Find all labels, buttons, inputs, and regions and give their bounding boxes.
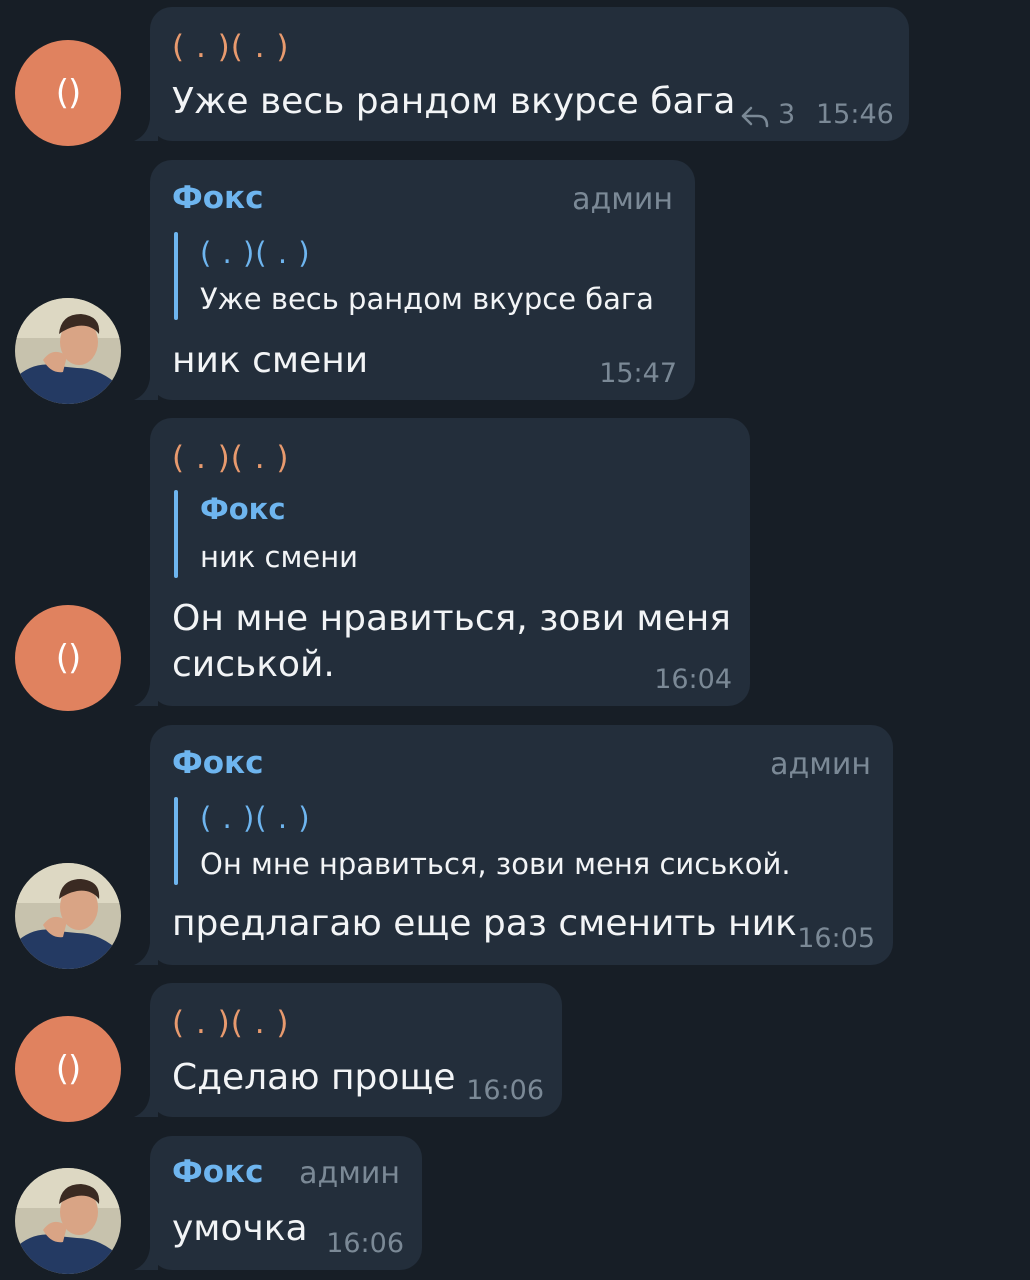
message-time: 16:06 — [326, 1228, 404, 1259]
message-time: 15:46 — [816, 99, 894, 130]
message-bubble[interactable]: Фокс админ умочка 16:06 — [134, 1136, 422, 1270]
message-time: 16:04 — [654, 664, 732, 695]
message-bubble[interactable]: Фокс админ ( . )( . ) Уже весь рандом вк… — [134, 160, 695, 400]
avatar[interactable] — [15, 298, 121, 404]
sender-name[interactable]: ( . )( . ) — [172, 29, 290, 65]
avatar-initials: () — [55, 638, 82, 678]
sender-name[interactable]: ( . )( . ) — [172, 1005, 290, 1041]
role-badge: админ — [299, 1156, 400, 1191]
message-text-line2: сиськой. — [172, 644, 335, 685]
bubble-tail — [134, 378, 158, 400]
sender-name[interactable]: ( . )( . ) — [172, 440, 290, 476]
bubble-tail — [134, 1095, 158, 1117]
reply-arrow-icon[interactable] — [740, 105, 770, 129]
message-text: предлагаю еще раз сменить ник — [172, 903, 797, 944]
role-badge: админ — [572, 182, 673, 217]
quote-bar — [174, 797, 178, 885]
message-bubble[interactable]: ( . )( . ) Фокс ник смени Он мне нравить… — [134, 418, 750, 706]
message-text: ник смени — [172, 340, 369, 381]
role-badge: админ — [770, 747, 871, 782]
message-text: Сделаю проще — [172, 1057, 456, 1098]
user-photo-icon — [15, 863, 121, 969]
quote-text[interactable]: Уже весь рандом вкурсе бага — [200, 282, 654, 316]
message-bubble[interactable]: ( . )( . ) Уже весь рандом вкурсе бага 3… — [134, 7, 909, 141]
avatar[interactable]: () — [15, 605, 121, 711]
quote-sender[interactable]: Фокс — [200, 492, 286, 526]
avatar[interactable]: () — [15, 1016, 121, 1122]
avatar-initials: () — [55, 73, 82, 113]
quote-sender[interactable]: ( . )( . ) — [200, 801, 311, 835]
message-bubble[interactable]: Фокс админ ( . )( . ) Он мне нравиться, … — [134, 725, 893, 965]
avatar-initials: () — [55, 1049, 82, 1089]
bubble-tail — [134, 119, 158, 141]
quote-bar — [174, 490, 178, 578]
reply-count[interactable]: 3 — [778, 99, 795, 130]
message-text: умочка — [172, 1208, 308, 1249]
bubble-tail — [134, 943, 158, 965]
avatar[interactable]: () — [15, 40, 121, 146]
quote-bar — [174, 232, 178, 320]
message-time: 16:06 — [466, 1075, 544, 1106]
message-text: Он мне нравиться, зови меня — [172, 598, 731, 639]
sender-name[interactable]: Фокс — [172, 1154, 263, 1190]
message-bubble[interactable]: ( . )( . ) Сделаю проще 16:06 — [134, 983, 562, 1117]
user-photo-icon — [15, 298, 121, 404]
user-photo-icon — [15, 1168, 121, 1274]
sender-name[interactable]: Фокс — [172, 180, 263, 216]
bubble-tail — [134, 684, 158, 706]
sender-name[interactable]: Фокс — [172, 745, 263, 781]
message-time: 16:05 — [797, 923, 875, 954]
quote-text[interactable]: ник смени — [200, 540, 358, 574]
bubble-tail — [134, 1248, 158, 1270]
quote-sender[interactable]: ( . )( . ) — [200, 236, 311, 270]
message-time: 15:47 — [599, 358, 677, 389]
message-text: Уже весь рандом вкурсе бага — [172, 81, 736, 122]
avatar[interactable] — [15, 1168, 121, 1274]
quote-text[interactable]: Он мне нравиться, зови меня сиськой. — [200, 847, 791, 881]
avatar[interactable] — [15, 863, 121, 969]
